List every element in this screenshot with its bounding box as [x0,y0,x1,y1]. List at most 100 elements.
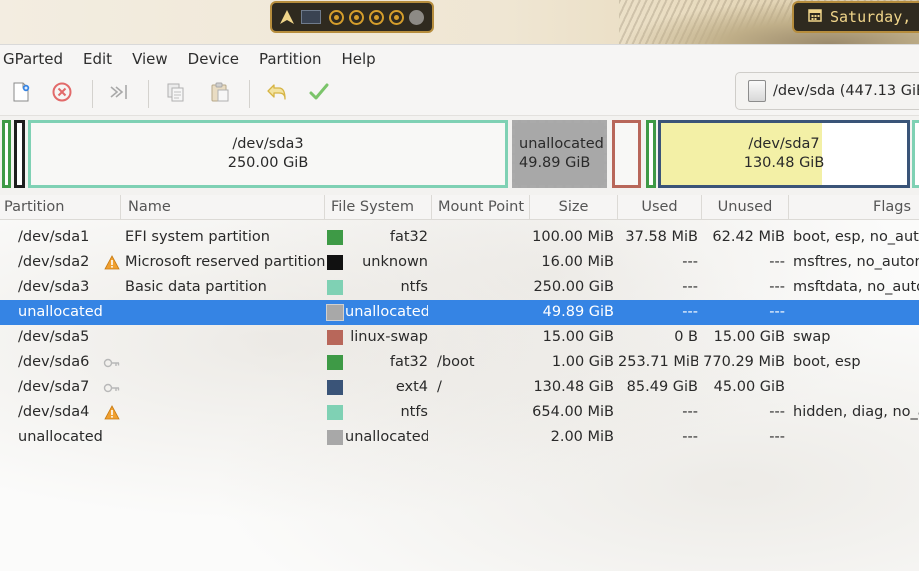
cell-partition: /dev/sda5 [18,329,90,345]
disk-segment-sda4[interactable] [912,120,919,188]
menu-device[interactable]: Device [178,50,249,68]
disk-segment-sda5[interactable] [612,120,641,188]
column-header-unused[interactable]: Unused [702,195,789,220]
resize-move-button[interactable] [105,80,133,108]
apply-icon [308,81,330,107]
new-partition-button[interactable] [7,80,35,108]
table-row[interactable]: /dev/sda6 fat32/boot 1.00 GiB 253.71 MiB 770… [0,350,919,375]
copy-button[interactable] [162,80,190,108]
cell-flags: msftres, no_automount [793,254,919,270]
cell-flags: boot, esp, no_automount [793,229,919,245]
cell-used: --- [682,404,698,420]
cell-unused: --- [769,429,785,445]
workspace-1-indicator[interactable] [329,9,344,25]
status-icon-empty [102,325,122,350]
cell-partition: /dev/sda3 [18,279,90,295]
copy-icon [165,81,187,107]
cell-unused: --- [769,279,785,295]
column-header-mountpoint[interactable]: Mount Point [432,195,530,220]
disk-map: /dev/sda3 250.00 GiB unallocated 49.89 G… [0,116,919,196]
cell-size: 15.00 GiB [542,329,614,345]
menu-partition[interactable]: Partition [249,50,332,68]
partition-table-body: /dev/sda1 EFI system partition fat32 100.00… [0,220,919,571]
menu-help[interactable]: Help [332,50,386,68]
column-header-size[interactable]: Size [530,195,618,220]
gparted-window: GParted Edit View Device Partition Help [0,44,919,571]
cell-name [125,425,325,450]
column-header-name[interactable]: Name [121,195,325,220]
cell-flags [793,425,919,450]
workspace-3-indicator[interactable] [369,9,384,25]
cell-size: 2.00 MiB [550,429,614,445]
table-row[interactable]: /dev/sda1 EFI system partition fat32 100.00… [0,225,919,250]
device-selector[interactable]: /dev/sda (447.13 GiB) [735,72,919,110]
disk-segment-sda3[interactable]: /dev/sda3 250.00 GiB [28,120,508,188]
column-header-flags[interactable]: Flags [789,195,919,220]
filesystem-color-swatch [327,355,343,370]
column-header-used[interactable]: Used [618,195,702,220]
clock-text: Saturday, [830,8,912,26]
table-row[interactable]: unallocated unallocated 2.00 MiB --- --- [0,425,919,450]
cell-name: EFI system partition [125,229,270,245]
cell-flags: msftdata, no_automount [793,279,919,295]
disk-segment-sda1[interactable] [2,120,11,188]
table-row[interactable]: unallocated unallocated 49.89 GiB --- --- [0,300,919,325]
cell-used: 253.71 MiB [618,354,698,370]
cell-mountpoint: /boot [437,354,475,370]
resize-move-icon [108,81,130,107]
cell-filesystem: fat32 [389,229,428,245]
menu-edit[interactable]: Edit [73,50,122,68]
clock-widget[interactable]: Saturday, [792,1,919,33]
cell-unused: 770.29 MiB [703,354,785,370]
workspace-2-indicator[interactable] [349,9,364,25]
column-header-filesystem[interactable]: File System [325,195,432,220]
menu-view[interactable]: View [122,50,178,68]
cell-mountpoint [437,300,529,325]
arch-logo-icon[interactable] [278,8,296,26]
status-icon-empty [102,425,122,450]
segment-label: /dev/sda7 [748,136,820,152]
disk-segment-unallocated[interactable]: unallocated 49.89 GiB [512,120,607,188]
table-row[interactable]: /dev/sda7 ext4 / 130.48 GiB 85.49 GiB 45.00 G… [0,375,919,400]
cell-used: --- [682,429,698,445]
cell-unused: --- [769,304,785,320]
apply-button[interactable] [305,80,333,108]
delete-partition-button[interactable] [48,80,76,108]
cell-filesystem: ext4 [395,379,428,395]
menubar: GParted Edit View Device Partition Help [0,45,919,72]
paste-icon [209,81,231,107]
cell-used: --- [682,279,698,295]
calendar-icon [808,8,822,26]
undo-icon [265,81,289,107]
undo-button[interactable] [263,80,291,108]
column-header-partition[interactable]: Partition [0,195,121,220]
status-icon-empty [102,275,122,300]
cell-partition: /dev/sda6 [18,354,90,370]
table-row[interactable]: /dev/sda5 linux-swap 15.00 GiB 0 B 15.00 GiB… [0,325,919,350]
disk-segment-sda2[interactable] [14,120,25,188]
disk-segment-sda7[interactable]: /dev/sda7 130.48 GiB [658,120,910,188]
filesystem-color-swatch [327,405,343,420]
workspace-5-indicator[interactable] [409,9,424,25]
cell-unused: 45.00 GiB [713,379,785,395]
cell-used: 0 B [674,329,698,345]
cell-unused: 15.00 GiB [713,329,785,345]
cell-unused: 62.42 MiB [712,229,785,245]
segment-label: unallocated [519,136,604,152]
status-icon-empty [102,300,122,325]
table-row[interactable]: /dev/sda4 ntfs 654.00 MiB --- --- hidden, dia… [0,400,919,425]
table-row[interactable]: /dev/sda3 Basic data partition ntfs 250.00 … [0,275,919,300]
menu-gparted[interactable]: GParted [0,50,73,68]
window-thumbnail-icon[interactable] [301,10,321,24]
table-row[interactable]: /dev/sda2 Microsoft reserved partition unk… [0,250,919,275]
toolbar-separator [148,80,149,108]
paste-button[interactable] [206,80,234,108]
cell-partition: unallocated [18,304,102,320]
harddisk-icon [748,80,766,102]
cell-filesystem: unknown [362,254,428,270]
disk-segment-sda6[interactable] [646,120,656,188]
cell-size: 250.00 GiB [533,279,614,295]
workspace-4-indicator[interactable] [389,9,404,25]
cell-name [125,300,325,325]
cell-partition: unallocated [18,429,102,445]
